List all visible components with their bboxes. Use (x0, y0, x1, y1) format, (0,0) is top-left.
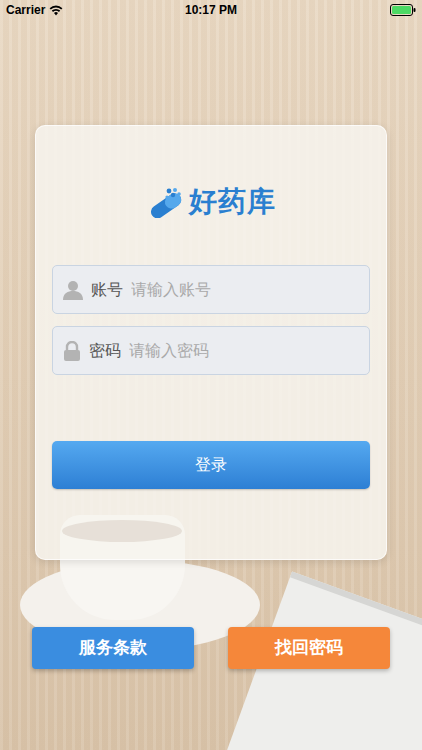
form-field[interactable]: 密码 (52, 326, 370, 375)
carrier-label: Carrier (6, 1, 45, 19)
clock: 10:17 PM (0, 1, 422, 19)
logo: 好药库 (52, 186, 370, 218)
wifi-icon (49, 5, 63, 16)
field-input[interactable] (131, 278, 359, 302)
bottom-button[interactable]: 找回密码 (228, 627, 390, 669)
bottom-buttons: 服务条款找回密码 (0, 627, 422, 669)
field-input[interactable] (129, 339, 359, 363)
field-label: 账号 (91, 278, 123, 302)
status-left: Carrier (6, 1, 63, 19)
lock-icon (63, 341, 81, 361)
bottom-button[interactable]: 服务条款 (32, 627, 194, 669)
battery-icon (390, 4, 416, 16)
login-form: 账号密码 (52, 265, 370, 375)
form-field[interactable]: 账号 (52, 265, 370, 314)
login-button[interactable]: 登录 (52, 441, 370, 489)
login-screen: Carrier10:17 PM 好药库账号密码登录服务条款找回密码 (0, 0, 422, 750)
content: Carrier10:17 PM 好药库账号密码登录服务条款找回密码 (0, 0, 422, 750)
pill-logo-icon (147, 186, 187, 218)
status-bar: Carrier10:17 PM (0, 0, 422, 20)
field-label: 密码 (89, 339, 121, 363)
logo-text: 好药库 (189, 186, 276, 218)
login-card: 好药库账号密码登录 (35, 125, 387, 560)
user-icon (63, 280, 83, 300)
